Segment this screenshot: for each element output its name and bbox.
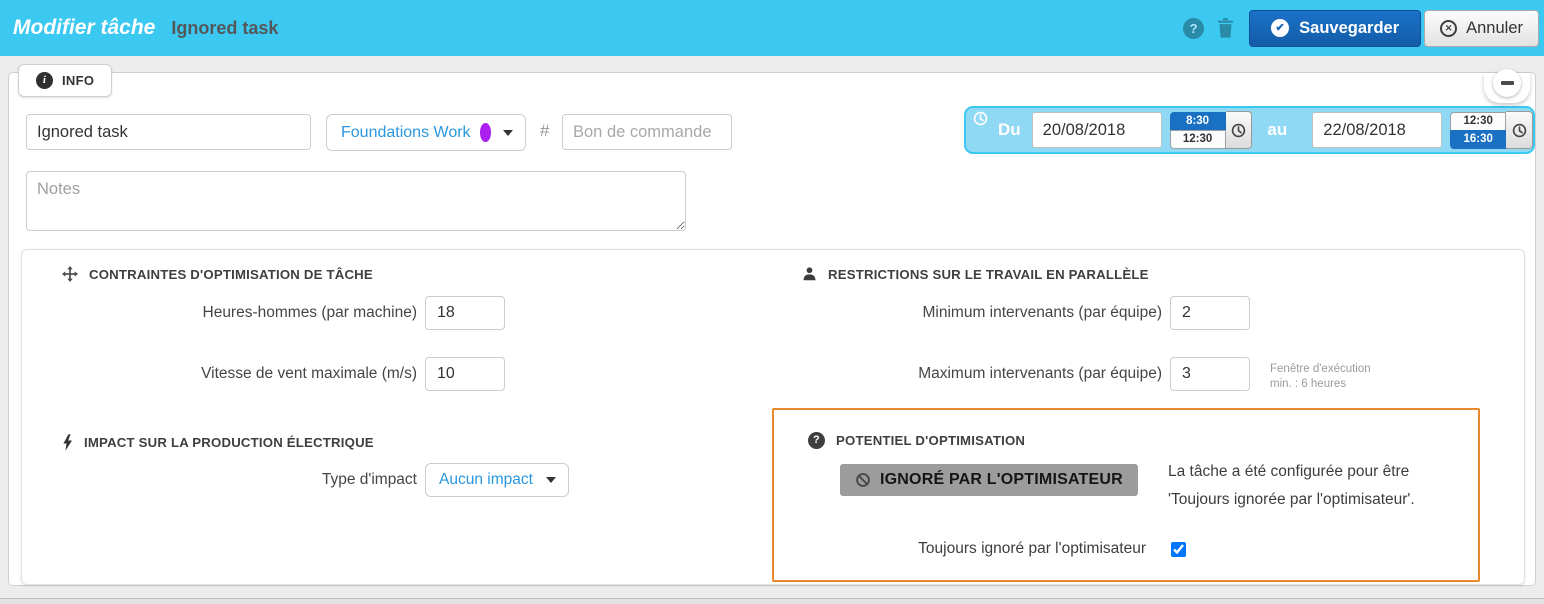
category-color-dot <box>480 123 491 142</box>
section-restrictions-header: RESTRICTIONS SUR LE TRAVAIL EN PARALLÈLE <box>802 266 1149 282</box>
field-row: Type d'impact Aucun impact <box>30 462 569 498</box>
section-constraints-header: CONTRAINTES D'OPTIMISATION DE TÂCHE <box>62 266 373 282</box>
man-hours-label: Heures-hommes (par machine) <box>30 304 417 322</box>
clock-icon <box>1512 123 1527 138</box>
start-time-option-2[interactable]: 12:30 <box>1170 130 1226 149</box>
notes-textarea[interactable] <box>26 171 686 231</box>
impact-type-label: Type d'impact <box>30 471 417 489</box>
clock-icon <box>1231 123 1246 138</box>
end-date-input[interactable] <box>1312 112 1442 148</box>
delete-task-button[interactable] <box>1217 18 1234 38</box>
ignored-by-optimizer-badge: IGNORÉ PAR L'OPTIMISATEUR <box>840 464 1138 496</box>
impact-type-value: Aucun impact <box>439 471 533 489</box>
task-edit-panel: Foundations Work # Du 8:30 12:30 au 12:3 <box>8 72 1536 586</box>
max-wind-speed-input[interactable] <box>425 357 505 391</box>
help-icon[interactable]: ? <box>1183 18 1204 39</box>
task-settings-card: CONTRAINTES D'OPTIMISATION DE TÂCHE Heur… <box>21 249 1525 585</box>
page-title: Modifier tâche <box>13 16 155 40</box>
collapse-panel-button[interactable] <box>1484 73 1530 103</box>
order-number-sign: # <box>540 121 549 141</box>
info-icon: i <box>36 72 53 89</box>
min-workers-label: Minimum intervenants (par équipe) <box>775 304 1162 322</box>
footer-divider <box>0 598 1544 604</box>
section-potential-header: ? POTENTIEL D'OPTIMISATION <box>808 432 1025 449</box>
chevron-down-icon <box>503 130 513 136</box>
person-icon <box>802 266 817 282</box>
date-to-label: au <box>1267 120 1287 140</box>
always-ignored-label: Toujours ignoré par l'optimisateur <box>774 540 1146 558</box>
max-workers-label: Maximum intervenants (par équipe) <box>775 365 1162 383</box>
end-time-option-1[interactable]: 12:30 <box>1450 112 1506 131</box>
start-time-option-1[interactable]: 8:30 <box>1170 112 1226 131</box>
category-dropdown[interactable]: Foundations Work <box>326 114 526 151</box>
tab-info-label: INFO <box>62 73 94 88</box>
cancel-button-label: Annuler <box>1466 19 1523 38</box>
max-workers-input[interactable] <box>1170 357 1250 391</box>
field-row: Heures-hommes (par machine) <box>30 295 505 331</box>
start-date-input[interactable] <box>1032 112 1162 148</box>
lightning-icon <box>62 434 73 451</box>
cancel-circle-icon: ✕ <box>1440 20 1457 37</box>
min-workers-input[interactable] <box>1170 296 1250 330</box>
clock-corner-icon <box>973 111 988 126</box>
end-time-clock-button[interactable] <box>1506 111 1533 149</box>
order-number-input[interactable] <box>562 114 732 150</box>
question-circle-icon: ? <box>808 432 825 449</box>
task-name-input[interactable] <box>26 114 311 150</box>
header-bar: Modifier tâche Ignored task ? ✔ Sauvegar… <box>0 0 1544 56</box>
save-button-label: Sauvegarder <box>1299 19 1399 38</box>
optimizer-description: La tâche a été configurée pour être 'Tou… <box>1168 458 1415 514</box>
task-subtitle: Ignored task <box>171 18 278 39</box>
start-time-selector[interactable]: 8:30 12:30 <box>1170 112 1226 149</box>
minimize-icon <box>1493 69 1521 97</box>
field-row: Maximum intervenants (par équipe) <box>775 356 1250 392</box>
chevron-down-icon <box>546 477 556 483</box>
field-row: Vitesse de vent maximale (m/s) <box>30 356 505 392</box>
date-from-label: Du <box>998 120 1021 140</box>
field-row: Minimum intervenants (par équipe) <box>775 295 1250 331</box>
tab-info[interactable]: i INFO <box>18 64 112 97</box>
category-label: Foundations Work <box>341 124 471 142</box>
ban-icon <box>855 472 871 488</box>
move-arrows-icon <box>62 266 78 282</box>
trash-icon <box>1217 18 1234 38</box>
end-time-option-2[interactable]: 16:30 <box>1450 130 1506 149</box>
save-button[interactable]: ✔ Sauvegarder <box>1249 10 1421 47</box>
impact-type-dropdown[interactable]: Aucun impact <box>425 463 569 497</box>
always-ignored-row: Toujours ignoré par l'optimisateur <box>774 540 1186 558</box>
max-wind-speed-label: Vitesse de vent maximale (m/s) <box>30 365 417 383</box>
end-time-selector[interactable]: 12:30 16:30 <box>1450 112 1506 149</box>
man-hours-input[interactable] <box>425 296 505 330</box>
date-range-panel: Du 8:30 12:30 au 12:30 16:30 <box>964 106 1535 154</box>
start-time-clock-button[interactable] <box>1226 111 1253 149</box>
check-circle-icon: ✔ <box>1271 19 1289 37</box>
execution-window-note: Fenêtre d'exécution min. : 6 heures <box>1270 362 1371 392</box>
section-impact-header: IMPACT SUR LA PRODUCTION ÉLECTRIQUE <box>62 434 374 451</box>
optimization-potential-box: ? POTENTIEL D'OPTIMISATION IGNORÉ PAR L'… <box>772 408 1480 582</box>
always-ignored-checkbox[interactable] <box>1171 542 1186 557</box>
cancel-button[interactable]: ✕ Annuler <box>1424 10 1539 47</box>
